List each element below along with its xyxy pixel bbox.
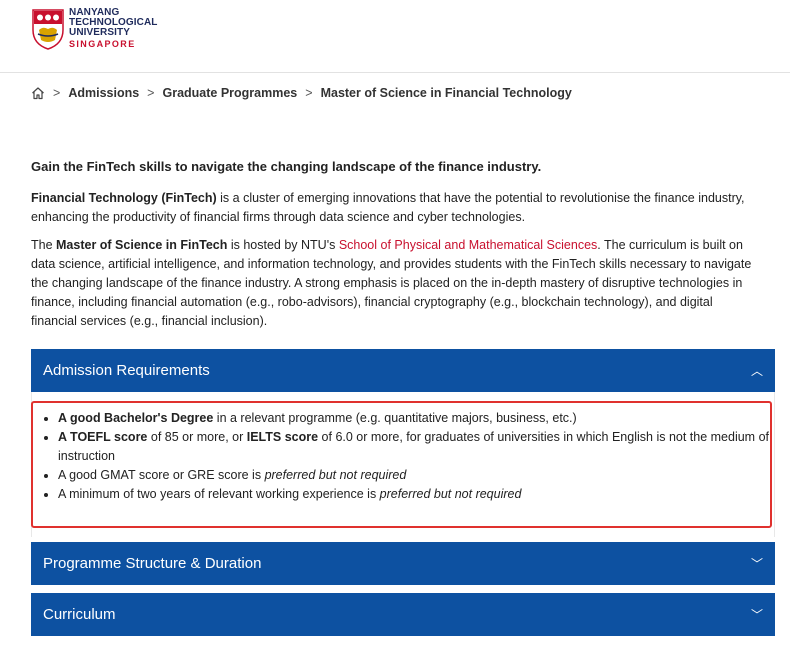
req-italic: preferred but not required — [379, 487, 522, 501]
p2-text-b: is hosted by NTU's — [227, 238, 339, 252]
list-item: A TOEFL score of 85 or more, or IELTS sc… — [58, 428, 783, 466]
fintech-term: Financial Technology (FinTech) — [31, 191, 217, 205]
programme-name: Master of Science in FinTech — [56, 238, 228, 252]
chevron-down-icon: ﹀ — [750, 557, 763, 571]
intro-paragraph-2: The Master of Science in FinTech is host… — [31, 236, 761, 331]
breadcrumb-item-graduate-programmes[interactable]: Graduate Programmes — [162, 86, 297, 100]
breadcrumb: > Admissions > Graduate Programmes > Mas… — [31, 86, 572, 100]
req-bold: A good Bachelor's Degree — [58, 411, 214, 425]
p2-text-a: The — [31, 238, 57, 252]
breadcrumb-item-current: Master of Science in Financial Technolog… — [320, 86, 572, 100]
spms-link[interactable]: School of Physical and Mathematical Scie… — [339, 238, 597, 252]
logo-line-4: SINGAPORE — [69, 39, 136, 49]
req-text: of 85 or more, or — [147, 430, 247, 444]
req-bold: A TOEFL score — [58, 430, 148, 444]
breadcrumb-item-admissions[interactable]: Admissions — [68, 86, 139, 100]
breadcrumb-separator: > — [53, 86, 61, 100]
header-divider — [0, 72, 790, 73]
accordion-title: Admission Requirements — [43, 362, 210, 379]
list-item: A good GMAT score or GRE score is prefer… — [58, 466, 783, 485]
accordion-programme-structure[interactable]: Programme Structure & Duration ﹀ — [31, 542, 775, 585]
req-text: A good GMAT score or GRE score is — [58, 468, 265, 482]
req-italic: preferred but not required — [264, 468, 407, 482]
home-icon[interactable] — [31, 86, 45, 100]
list-item: A good Bachelor's Degree in a relevant p… — [58, 409, 783, 428]
breadcrumb-separator: > — [147, 86, 155, 100]
breadcrumb-separator: > — [305, 86, 313, 100]
chevron-up-icon: ︿ — [750, 364, 763, 378]
req-text: in a relevant programme (e.g. quantitati… — [213, 411, 577, 425]
ntu-crest-icon — [32, 9, 64, 50]
logo-wordmark: NANYANG TECHNOLOGICAL UNIVERSITY SINGAPO… — [69, 8, 158, 50]
req-text: A minimum of two years of relevant worki… — [58, 487, 380, 501]
site-header: NANYANG TECHNOLOGICAL UNIVERSITY SINGAPO… — [0, 0, 790, 72]
list-item: A minimum of two years of relevant worki… — [58, 485, 783, 504]
accordion-title: Programme Structure & Duration — [43, 555, 262, 572]
lead-text: Gain the FinTech skills to navigate the … — [31, 159, 542, 174]
requirements-list: A good Bachelor's Degree in a relevant p… — [42, 409, 783, 504]
accordion-curriculum[interactable]: Curriculum ﹀ — [31, 593, 775, 636]
intro-paragraph-1: Financial Technology (FinTech) is a clus… — [31, 189, 761, 227]
accordion-title: Curriculum — [43, 606, 116, 623]
accordion-admission-requirements[interactable]: Admission Requirements ︿ — [31, 349, 775, 392]
req-bold: IELTS score — [246, 430, 319, 444]
chevron-down-icon: ﹀ — [750, 608, 763, 622]
logo-line-3: UNIVERSITY — [69, 27, 131, 38]
ntu-logo[interactable]: NANYANG TECHNOLOGICAL UNIVERSITY SINGAPO… — [31, 8, 158, 50]
intro-content: Gain the FinTech skills to navigate the … — [31, 157, 761, 340]
